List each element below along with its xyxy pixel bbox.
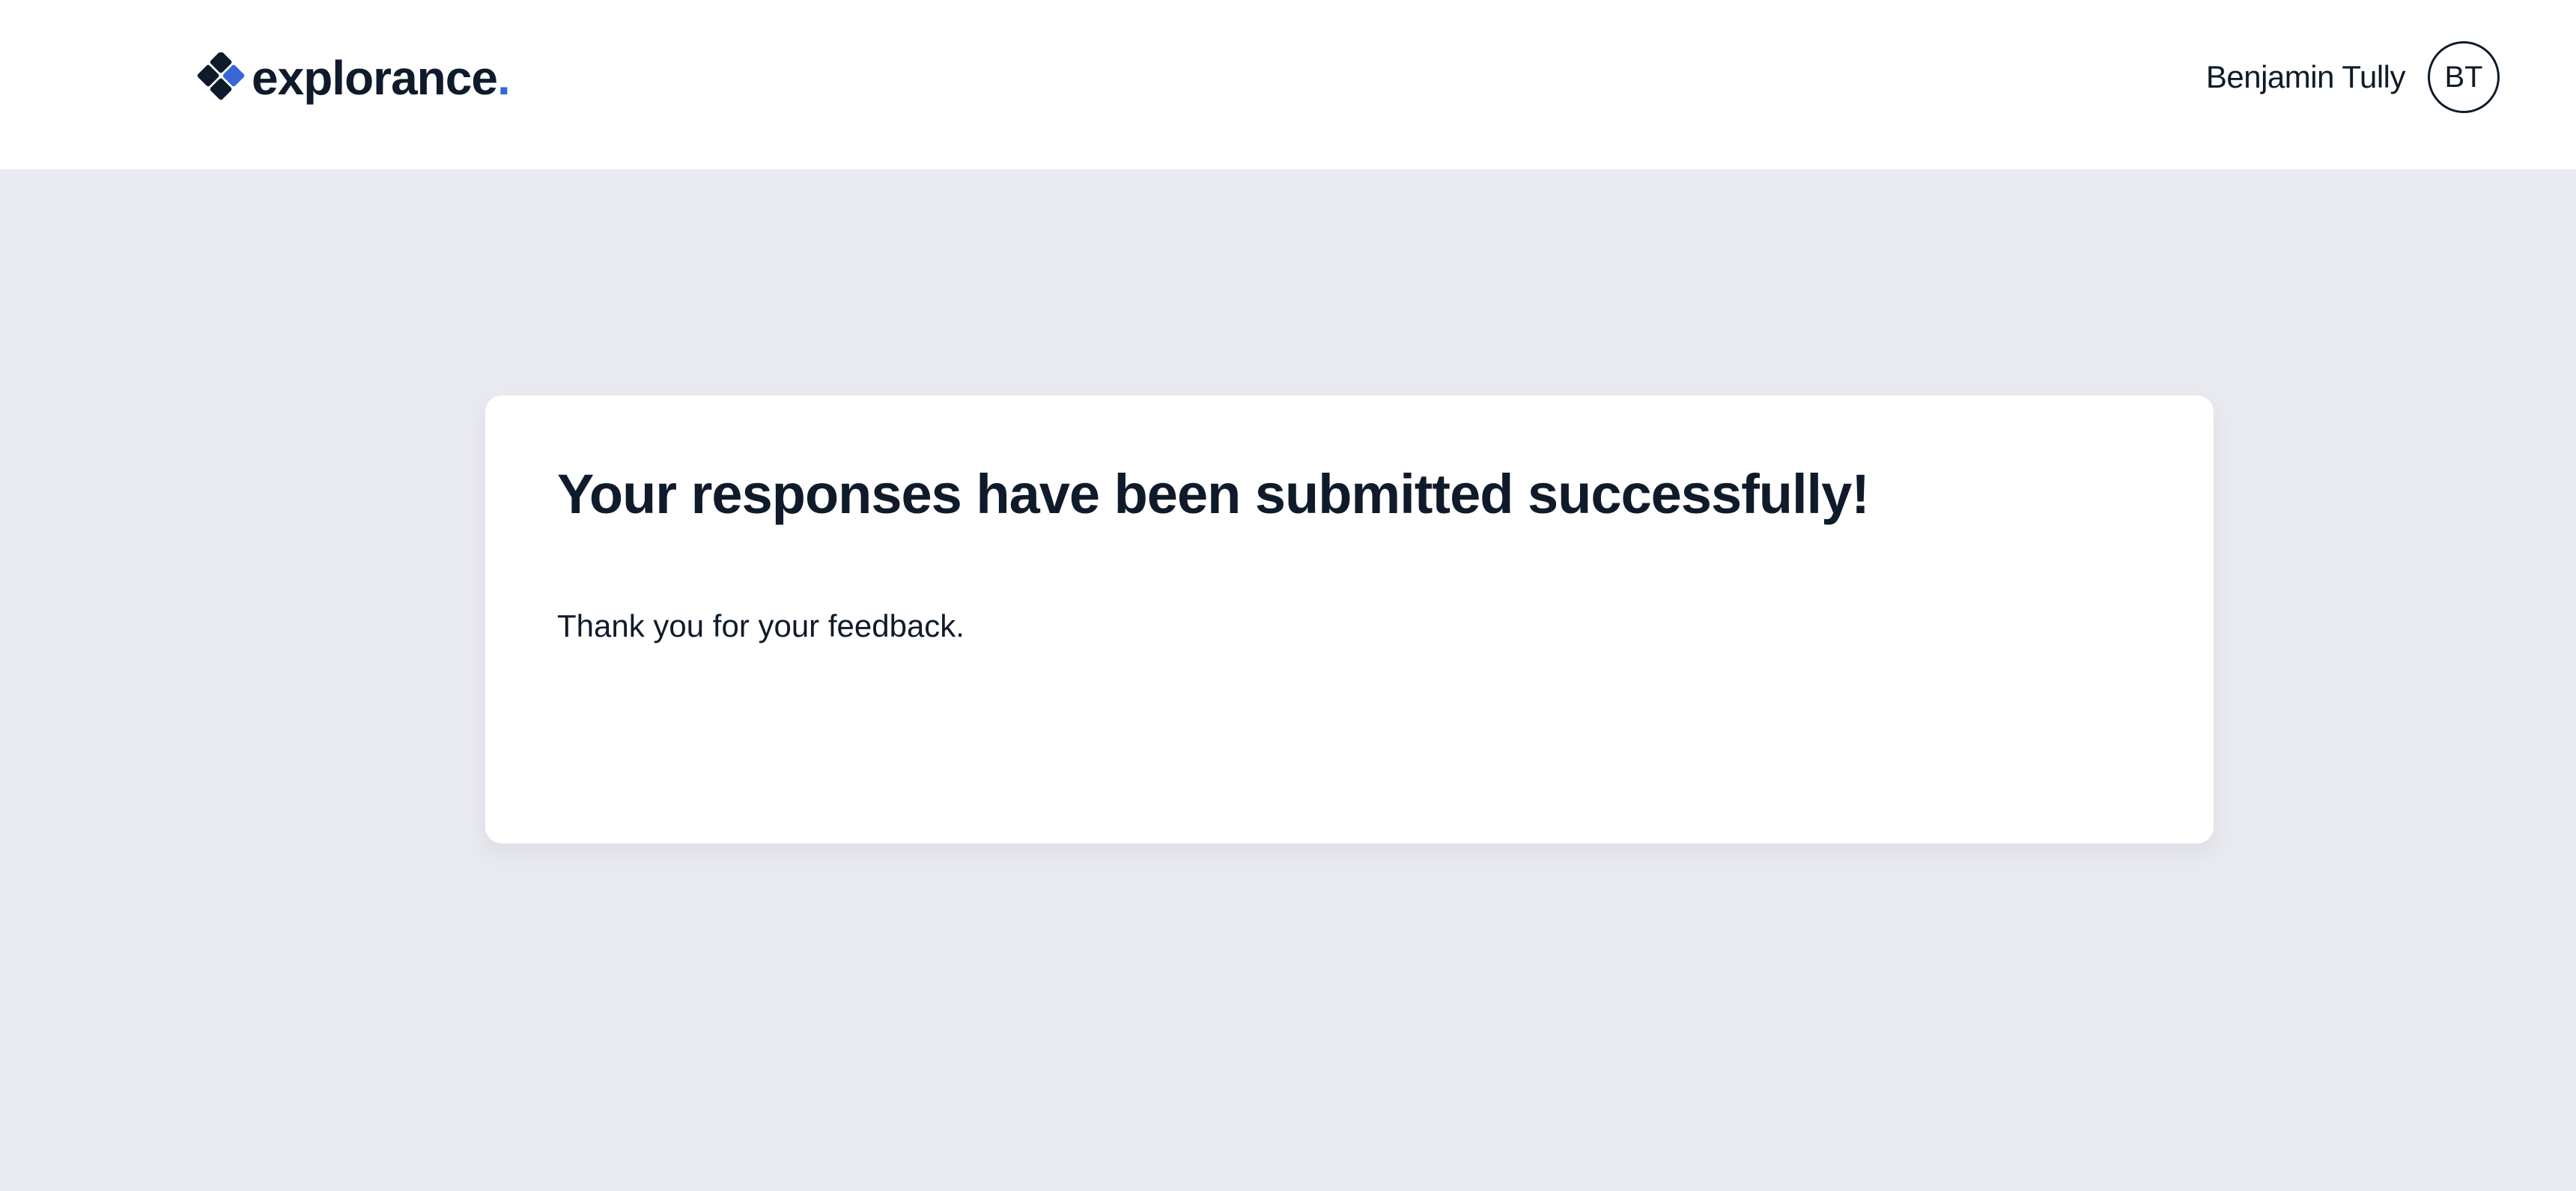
logo-dot: . bbox=[496, 51, 511, 105]
explorance-diamond-logo-icon bbox=[197, 52, 245, 100]
top-header: explorance. Benjamin Tully BT bbox=[0, 0, 2576, 169]
confirmation-message: Thank you for your feedback. bbox=[557, 607, 965, 643]
user-name: Benjamin Tully bbox=[2205, 59, 2406, 94]
confirmation-card: Your responses have been submitted succe… bbox=[485, 396, 2214, 843]
explorance-logo[interactable]: explorance. bbox=[196, 51, 511, 105]
avatar[interactable]: BT bbox=[2428, 41, 2500, 113]
user-menu[interactable]: Benjamin Tully BT bbox=[2206, 40, 2500, 114]
page-title: Your responses have been submitted succe… bbox=[557, 463, 1870, 525]
logo-wordmark: explorance bbox=[252, 51, 498, 105]
